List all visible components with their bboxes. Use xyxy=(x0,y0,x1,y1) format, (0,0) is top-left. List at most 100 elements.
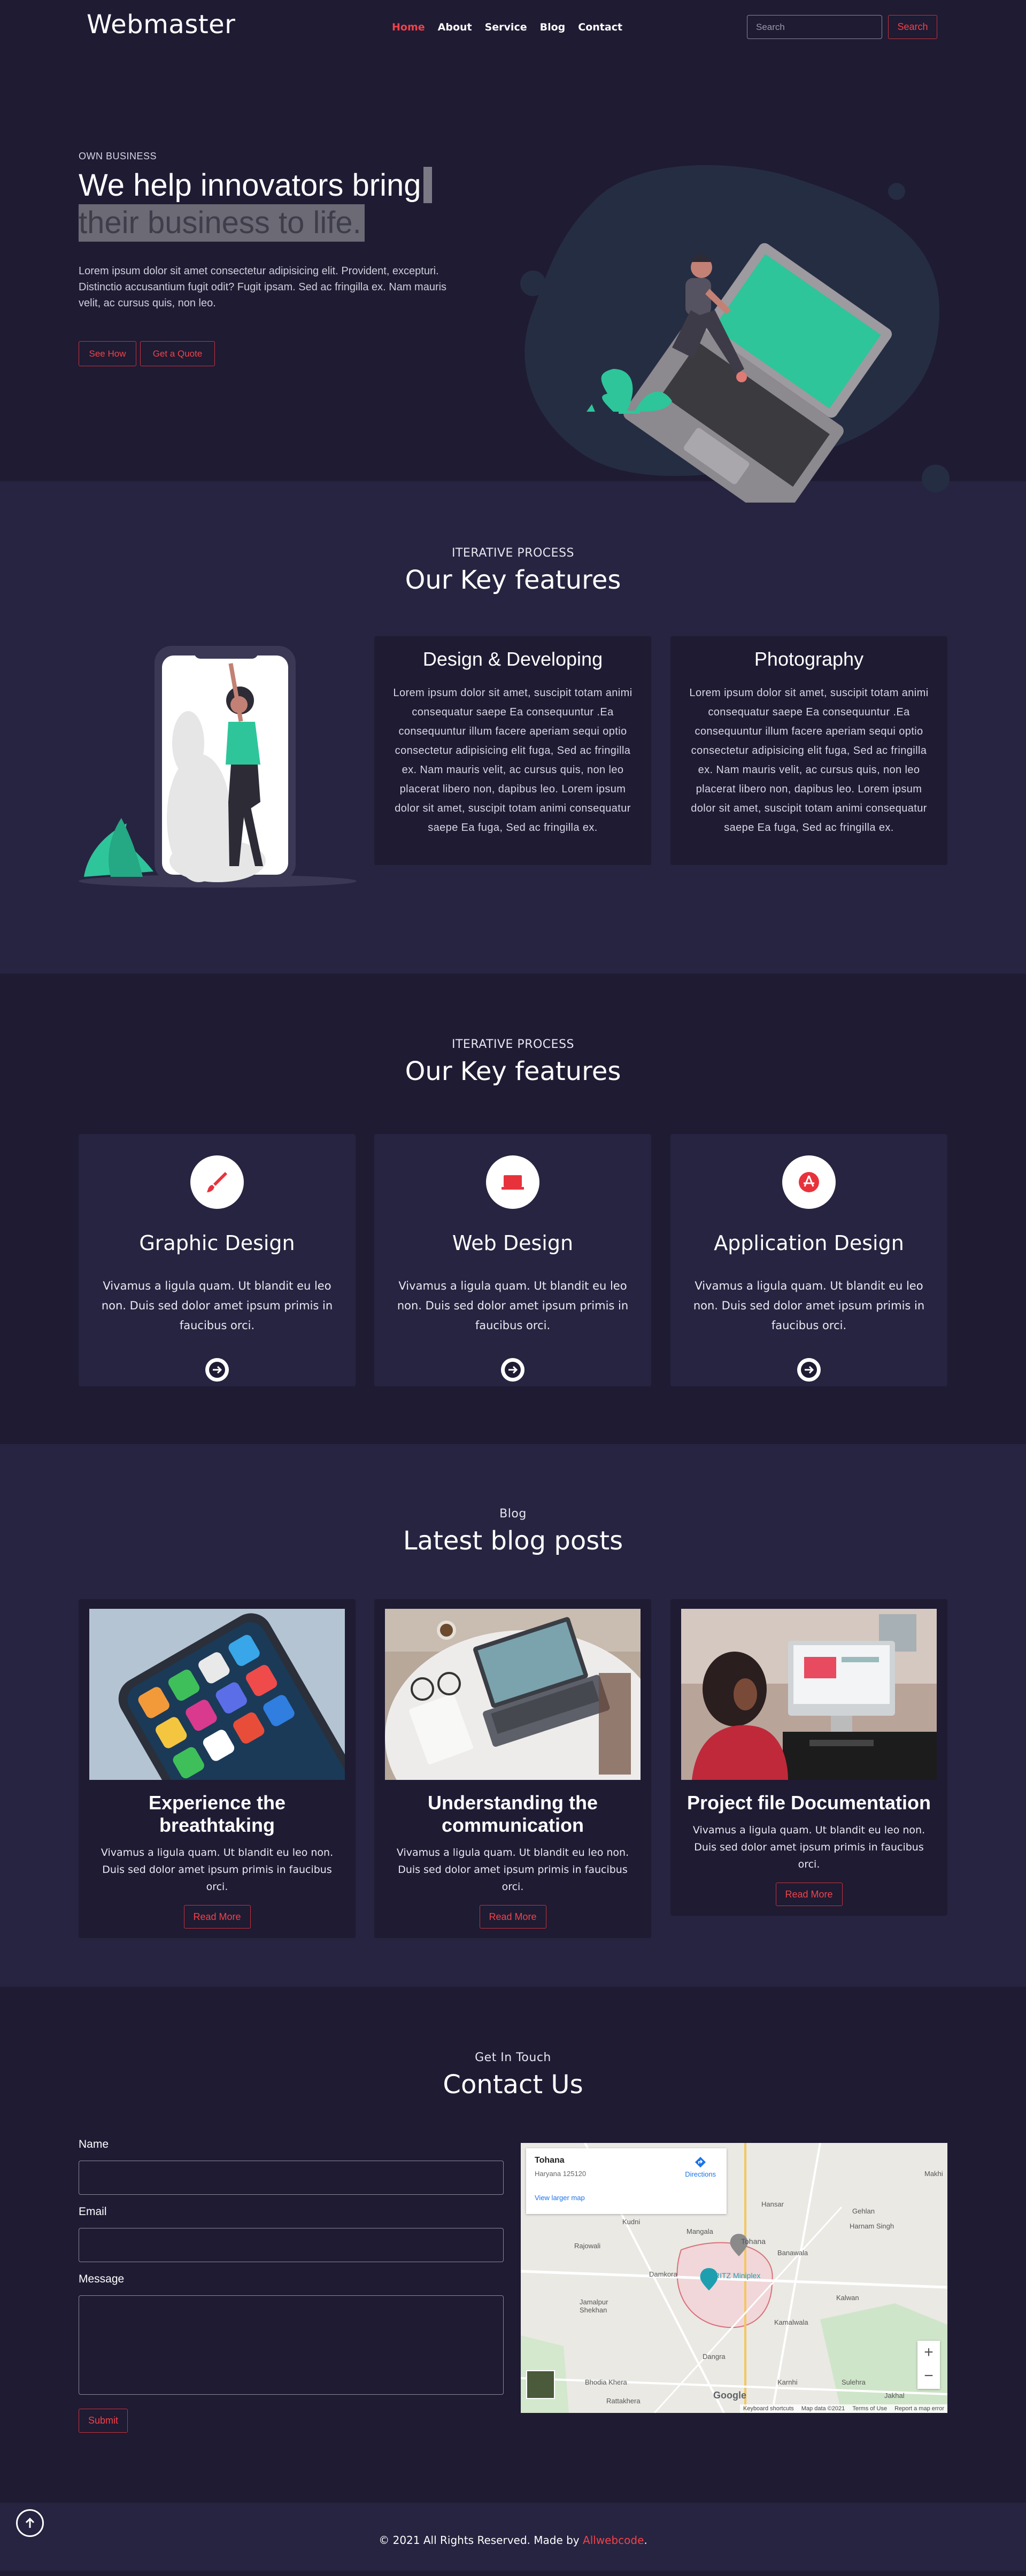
contact-eyebrow: Get In Touch xyxy=(475,2051,551,2064)
service-card-title: Web Design xyxy=(452,1231,574,1255)
service-card-text: Vivamus a ligula quam. Ut blandit eu leo… xyxy=(101,1279,333,1332)
map-town-label: Hansar xyxy=(761,2200,784,2208)
app-store-icon xyxy=(782,1155,836,1209)
map-town-label: Kalwan xyxy=(836,2294,859,2302)
blog-post-title[interactable]: Experience the breathtaking xyxy=(89,1792,345,1837)
contact-title: Contact Us xyxy=(443,2070,583,2100)
zoom-out-icon[interactable]: − xyxy=(917,2364,940,2388)
map-town-label: Makhi xyxy=(924,2170,943,2178)
map-town-label: Rajowali xyxy=(574,2242,601,2250)
blog-post-text: Vivamus a ligula quam. Ut blandit eu leo… xyxy=(692,1824,925,1870)
nav-contact[interactable]: Contact xyxy=(578,21,622,33)
map-town-label: Banawala xyxy=(777,2249,808,2257)
service-card-web: Web Design Vivamus a ligula quam. Ut bla… xyxy=(374,1134,651,1386)
service-card-text: Vivamus a ligula quam. Ut blandit eu leo… xyxy=(693,1279,925,1332)
directions-label: Directions xyxy=(685,2170,716,2178)
read-more-button[interactable]: Read More xyxy=(183,1905,251,1929)
map-town-label: Kamalwala xyxy=(774,2318,808,2326)
laptop-icon xyxy=(486,1155,539,1209)
search-input[interactable] xyxy=(747,15,882,39)
get-quote-button[interactable]: Get a Quote xyxy=(140,341,215,366)
hero-illustration xyxy=(520,165,950,503)
hero-title-line1: We help innovators bring xyxy=(79,168,421,203)
map-town-label: Sulehra xyxy=(842,2378,866,2386)
hero-text: Lorem ipsum dolor sit amet consectetur a… xyxy=(79,265,447,309)
service-card-graphic: Graphic Design Vivamus a ligula quam. Ut… xyxy=(79,1134,356,1386)
blog-post-text: Vivamus a ligula quam. Ut blandit eu leo… xyxy=(101,1847,334,1893)
blog-card: Project file Documentation Vivamus a lig… xyxy=(670,1599,947,1916)
name-field[interactable] xyxy=(79,2161,504,2195)
nav-home[interactable]: Home xyxy=(392,21,425,33)
map-town-label: Mangala xyxy=(686,2227,713,2235)
blog-image-workstation[interactable] xyxy=(681,1609,937,1780)
site-logo[interactable]: Webmaster xyxy=(87,10,235,40)
copyright-text: © 2021 All Rights Reserved. Made by Allw… xyxy=(0,2534,1026,2547)
map-footer: Keyboard shortcuts Map data ©2021 Terms … xyxy=(739,2404,947,2413)
submit-button[interactable]: Submit xyxy=(79,2409,128,2433)
blog-title: Latest blog posts xyxy=(403,1526,623,1556)
message-field[interactable] xyxy=(79,2295,504,2395)
zoom-in-icon[interactable]: + xyxy=(917,2341,940,2364)
hero-section: OWN BUSINESS We help innovators bring th… xyxy=(79,53,950,503)
features-section: ITERATIVE PROCESS Our Key features Desig… xyxy=(79,481,947,974)
service-card-application: Application Design Vivamus a ligula quam… xyxy=(670,1134,947,1386)
site-footer: © 2021 All Rights Reserved. Made by Allw… xyxy=(0,2503,1026,2571)
see-how-button[interactable]: See How xyxy=(79,341,136,366)
service-card-text: Vivamus a ligula quam. Ut blandit eu leo… xyxy=(397,1279,629,1332)
blog-post-title[interactable]: Understanding the communication xyxy=(385,1792,641,1837)
feature-card-title: Design & Developing xyxy=(422,648,603,670)
service-card-title: Graphic Design xyxy=(139,1231,295,1255)
keyboard-shortcuts-link[interactable]: Keyboard shortcuts xyxy=(743,2405,794,2412)
phone-illustration xyxy=(79,646,357,888)
search-button[interactable]: Search xyxy=(888,15,937,39)
arrow-right-icon[interactable] xyxy=(797,1358,821,1382)
arrow-right-icon[interactable] xyxy=(205,1358,229,1382)
author-link[interactable]: Allwebcode xyxy=(583,2534,644,2547)
copyright-label: © 2021 All Rights Reserved. Made by xyxy=(379,2534,583,2547)
directions-link[interactable]: Directions xyxy=(685,2156,716,2178)
services-section: ITERATIVE PROCESS Our Key features Graph… xyxy=(79,974,947,1444)
blog-post-title[interactable]: Project file Documentation xyxy=(681,1792,937,1814)
read-more-button[interactable]: Read More xyxy=(775,1883,843,1906)
read-more-button[interactable]: Read More xyxy=(479,1905,546,1929)
blog-image-phone[interactable] xyxy=(89,1609,345,1780)
email-field[interactable] xyxy=(79,2228,504,2262)
google-map[interactable]: Tohana Haryana 125120 View larger map Di… xyxy=(521,2143,947,2413)
view-larger-map-link[interactable]: View larger map xyxy=(535,2194,718,2202)
features-eyebrow: ITERATIVE PROCESS xyxy=(452,546,574,560)
typing-caret xyxy=(423,167,432,203)
blog-post-text: Vivamus a ligula quam. Ut blandit eu leo… xyxy=(396,1847,629,1893)
service-card-title: Application Design xyxy=(714,1231,904,1255)
paintbrush-icon xyxy=(190,1155,244,1209)
directions-icon xyxy=(695,2157,706,2168)
feature-card-photography: Photography Lorem ipsum dolor sit amet, … xyxy=(670,636,947,865)
features-title: Our Key features xyxy=(405,565,621,595)
blog-image-desk[interactable] xyxy=(385,1609,641,1780)
contact-section: Get In Touch Contact Us Name Email Messa… xyxy=(79,1987,947,2503)
map-town-label: Harnam Singh xyxy=(850,2222,894,2230)
terms-link[interactable]: Terms of Use xyxy=(852,2405,887,2412)
arrow-up-icon[interactable] xyxy=(16,2509,44,2537)
blog-card: Experience the breathtaking Vivamus a li… xyxy=(79,1599,356,1938)
map-town-label: Kudni xyxy=(622,2218,641,2226)
map-town-label: Damkora xyxy=(649,2270,677,2278)
google-logo: Google xyxy=(713,2390,746,2401)
message-label: Message xyxy=(79,2273,125,2285)
report-error-link[interactable]: Report a map error xyxy=(894,2405,944,2412)
main-menu: Home About Service Blog Contact xyxy=(392,21,622,33)
feature-card-text: Lorem ipsum dolor sit amet, suscipit tot… xyxy=(393,687,632,834)
hero-title: We help innovators bring their business … xyxy=(79,167,453,242)
nav-service[interactable]: Service xyxy=(485,21,527,33)
map-town-label: Jamalpur Shekhan xyxy=(580,2298,608,2314)
map-town-label: Gehlan xyxy=(852,2207,875,2215)
nav-blog[interactable]: Blog xyxy=(540,21,566,33)
satellite-toggle[interactable] xyxy=(526,2370,555,2399)
feature-card-design: Design & Developing Lorem ipsum dolor si… xyxy=(374,636,651,865)
nav-about[interactable]: About xyxy=(438,21,472,33)
email-label: Email xyxy=(79,2205,107,2218)
arrow-right-icon[interactable] xyxy=(501,1358,524,1382)
blog-card: Understanding the communication Vivamus … xyxy=(374,1599,651,1938)
map-town-label: Dangra xyxy=(703,2353,726,2361)
services-title: Our Key features xyxy=(405,1056,621,1086)
map-zoom-controls: + − xyxy=(917,2341,940,2389)
